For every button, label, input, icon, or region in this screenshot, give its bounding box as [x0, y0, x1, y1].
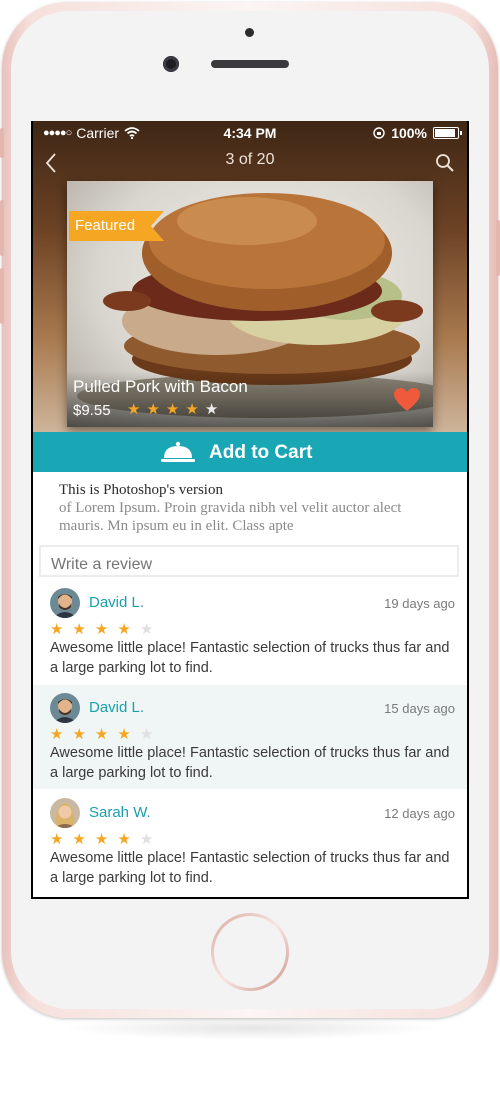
- review-item: David L. 19 days ago ★★★★★ Awesome littl…: [33, 580, 467, 684]
- product-price: $9.55: [73, 402, 111, 419]
- star-icon: ★: [165, 400, 186, 418]
- page-counter: 3 of 20: [225, 151, 275, 168]
- review-text: Awesome little place! Fantastic selectio…: [50, 640, 450, 676]
- status-bar: ●●●●○ Carrier 4:34 PM 100%: [33, 121, 467, 145]
- review-date: 15 days ago: [384, 701, 455, 716]
- app-screen: ●●●●○ Carrier 4:34 PM 100% 3 of 20 Featu…: [33, 121, 467, 897]
- power-button: [496, 220, 500, 276]
- device-shadow: [60, 1016, 440, 1040]
- product-rating: ★★★★★: [127, 400, 224, 418]
- heart-icon[interactable]: [393, 387, 421, 413]
- featured-badge: Featured: [69, 211, 164, 241]
- cloche-icon: [161, 441, 195, 462]
- review-date: 19 days ago: [384, 596, 455, 611]
- review-input[interactable]: [39, 545, 459, 577]
- review-date: 12 days ago: [384, 806, 455, 821]
- battery-icon: [433, 127, 462, 139]
- star-icon: ★: [72, 830, 95, 848]
- star-empty-icon: ★: [139, 725, 163, 743]
- reviewer-name[interactable]: Sarah W.: [89, 804, 151, 821]
- screen: ●●●●○ Carrier 4:34 PM 100% 3 of 20 Featu…: [31, 121, 469, 899]
- star-icon: ★: [50, 620, 73, 638]
- battery-percent: 100%: [391, 125, 427, 141]
- product-description: This is Photoshop's version of Lorem Ips…: [59, 481, 439, 535]
- star-icon: ★: [94, 830, 118, 848]
- star-icon: ★: [127, 400, 147, 418]
- description-body: of Lorem Ipsum. Proin gravida nibh vel v…: [59, 500, 402, 534]
- star-empty-icon: ★: [139, 830, 163, 848]
- reviewer-name[interactable]: David L.: [89, 594, 144, 611]
- review-rating: ★★★★★: [50, 830, 162, 848]
- star-icon: ★: [94, 725, 118, 743]
- star-icon: ★: [146, 400, 166, 418]
- nav-bar: 3 of 20: [33, 149, 467, 179]
- description-title: This is Photoshop's version: [59, 482, 223, 498]
- star-icon: ★: [117, 830, 140, 848]
- review-item: David L. 15 days ago ★★★★★ Awesome littl…: [33, 685, 467, 789]
- review-rating: ★★★★★: [50, 725, 162, 743]
- star-icon: ★: [117, 725, 140, 743]
- home-button[interactable]: [211, 913, 289, 991]
- earpiece-speaker: [211, 60, 289, 68]
- avatar[interactable]: [50, 588, 80, 618]
- star-icon: ★: [185, 400, 205, 418]
- search-icon[interactable]: [435, 153, 455, 173]
- avatar[interactable]: [50, 798, 80, 828]
- mute-switch: [0, 128, 4, 158]
- hero-header: ●●●●○ Carrier 4:34 PM 100% 3 of 20 Featu…: [33, 121, 467, 432]
- product-name: Pulled Pork with Bacon: [73, 377, 248, 396]
- review-rating: ★★★★★: [50, 620, 162, 638]
- star-icon: ★: [94, 620, 118, 638]
- proximity-sensor: [245, 28, 254, 37]
- volume-down-button: [0, 268, 4, 324]
- front-camera: [163, 56, 179, 72]
- reviewer-name[interactable]: David L.: [89, 699, 144, 716]
- review-text: Awesome little place! Fantastic selectio…: [50, 745, 450, 781]
- review-text: Awesome little place! Fantastic selectio…: [50, 850, 450, 886]
- star-icon: ★: [50, 725, 73, 743]
- avatar[interactable]: [50, 693, 80, 723]
- rotation-lock-icon: [373, 127, 385, 139]
- star-empty-icon: ★: [204, 400, 225, 418]
- product-photo[interactable]: Featured Pulled Pork with Bacon $9.55 ★★…: [67, 181, 433, 427]
- add-to-cart-button[interactable]: Add to Cart: [33, 432, 467, 472]
- star-icon: ★: [72, 620, 95, 638]
- add-to-cart-label: Add to Cart: [209, 442, 313, 463]
- star-empty-icon: ★: [139, 620, 163, 638]
- star-icon: ★: [50, 830, 73, 848]
- volume-up-button: [0, 200, 4, 256]
- star-icon: ★: [72, 725, 95, 743]
- review-item: Sarah W. 12 days ago ★★★★★ Awesome littl…: [33, 790, 467, 894]
- star-icon: ★: [117, 620, 140, 638]
